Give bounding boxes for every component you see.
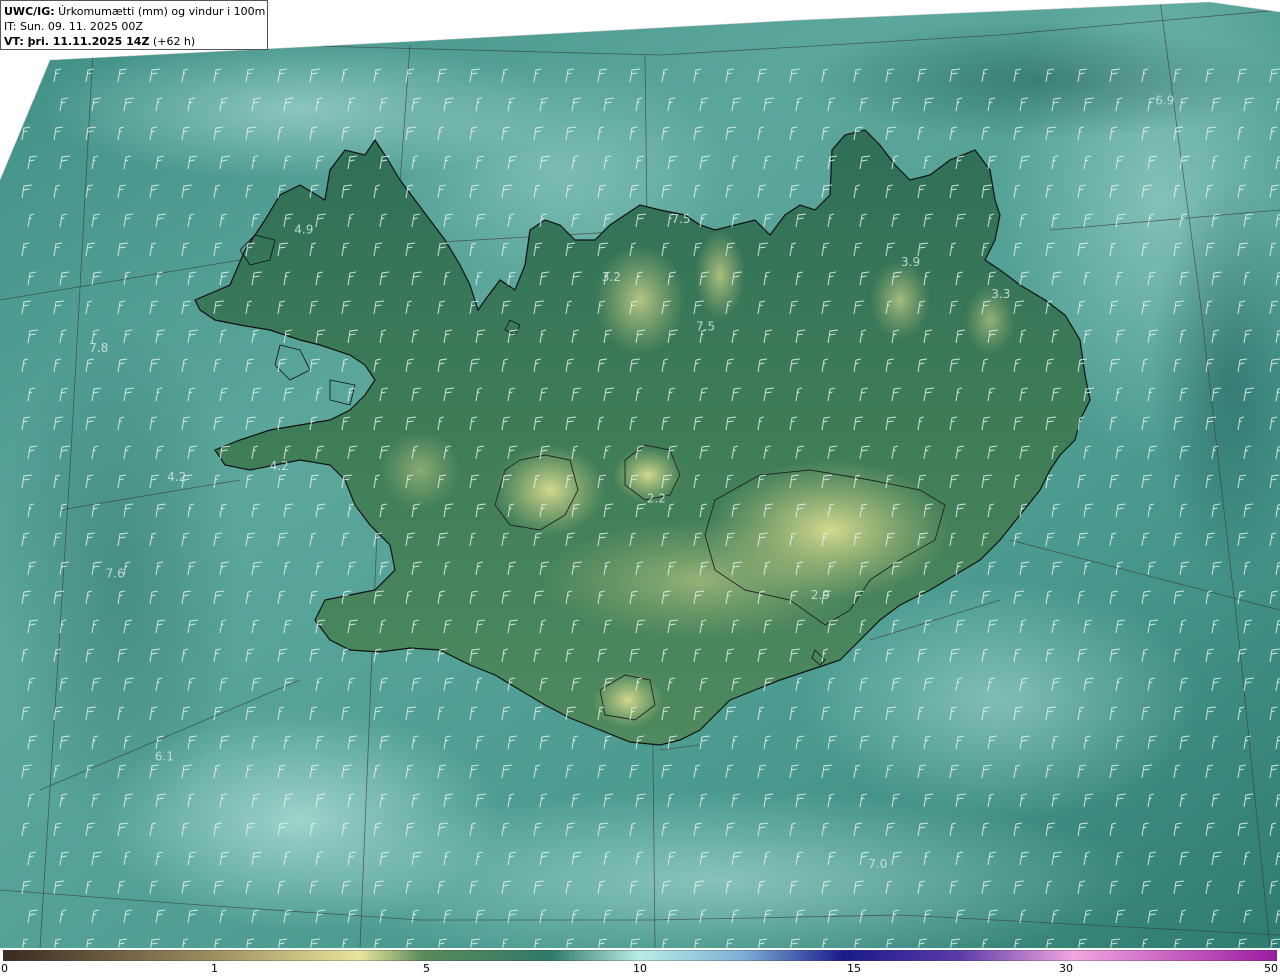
precip-value-label: 3.3 (991, 287, 1010, 301)
precip-value-label: 4.9 (294, 223, 313, 237)
precip-value-label: 3.9 (901, 255, 920, 269)
precip-value-label: 6.9 (1155, 94, 1174, 108)
legend-tick: 50 (1264, 962, 1278, 975)
model-name: UWC/IG: (4, 5, 55, 18)
precip-value-label: 2.2 (647, 491, 666, 505)
legend-tick-labels: 0 1 5 10 15 30 50 (0, 962, 1280, 978)
title-line: UWC/IG: Úrkomumætti (mm) og vindur i 100… (4, 4, 267, 19)
precip-value-label: 7.8 (89, 341, 108, 355)
legend-tick: 10 (633, 962, 647, 975)
legend-tick: 1 (211, 962, 218, 975)
precip-value-label: 7.5 (671, 212, 690, 226)
color-legend-bar (3, 950, 1277, 961)
legend-tick: 15 (847, 962, 861, 975)
precipitation-map: 4.9 7.8 4.2 4.2 7.6 6.1 3.2 7.5 7.5 2.2 2.9 3.9 3.3 6… (0, 0, 1280, 948)
map-stage: 4.9 7.8 4.2 4.2 7.6 6.1 3.2 7.5 7.5 2.2 2.9 3.9 3.3 6… (0, 0, 1280, 978)
precip-value-label: 7.6 (106, 567, 125, 581)
map-title-box: UWC/IG: Úrkomumætti (mm) og vindur i 100… (0, 0, 268, 50)
init-time: IT: Sun. 09. 11. 2025 00Z (4, 20, 143, 33)
precip-value-label: 6.1 (155, 749, 174, 763)
precip-value-label: 2.9 (811, 588, 830, 602)
legend-tick: 5 (423, 962, 430, 975)
precip-value-label: 7.0 (868, 857, 887, 871)
valid-time-line: VT: þri. 11.11.2025 14Z (+62 h) (4, 34, 264, 49)
legend-tick: 0 (1, 962, 8, 975)
model-domain: 4.9 7.8 4.2 4.2 7.6 6.1 3.2 7.5 7.5 2.2 2.9 3.9 3.3 6… (0, 2, 1280, 948)
lead-time: (+62 h) (149, 35, 196, 48)
precip-value-label: 7.5 (696, 319, 715, 333)
precip-value-label: 4.2 (167, 470, 186, 484)
precip-value-label: 3.2 (602, 270, 621, 284)
precip-value-label: 4.2 (270, 459, 289, 473)
valid-time: VT: þri. 11.11.2025 14Z (4, 35, 150, 48)
legend-tick: 30 (1059, 962, 1073, 975)
map-title: Úrkomumætti (mm) og vindur i 100m hæð (58, 5, 267, 18)
